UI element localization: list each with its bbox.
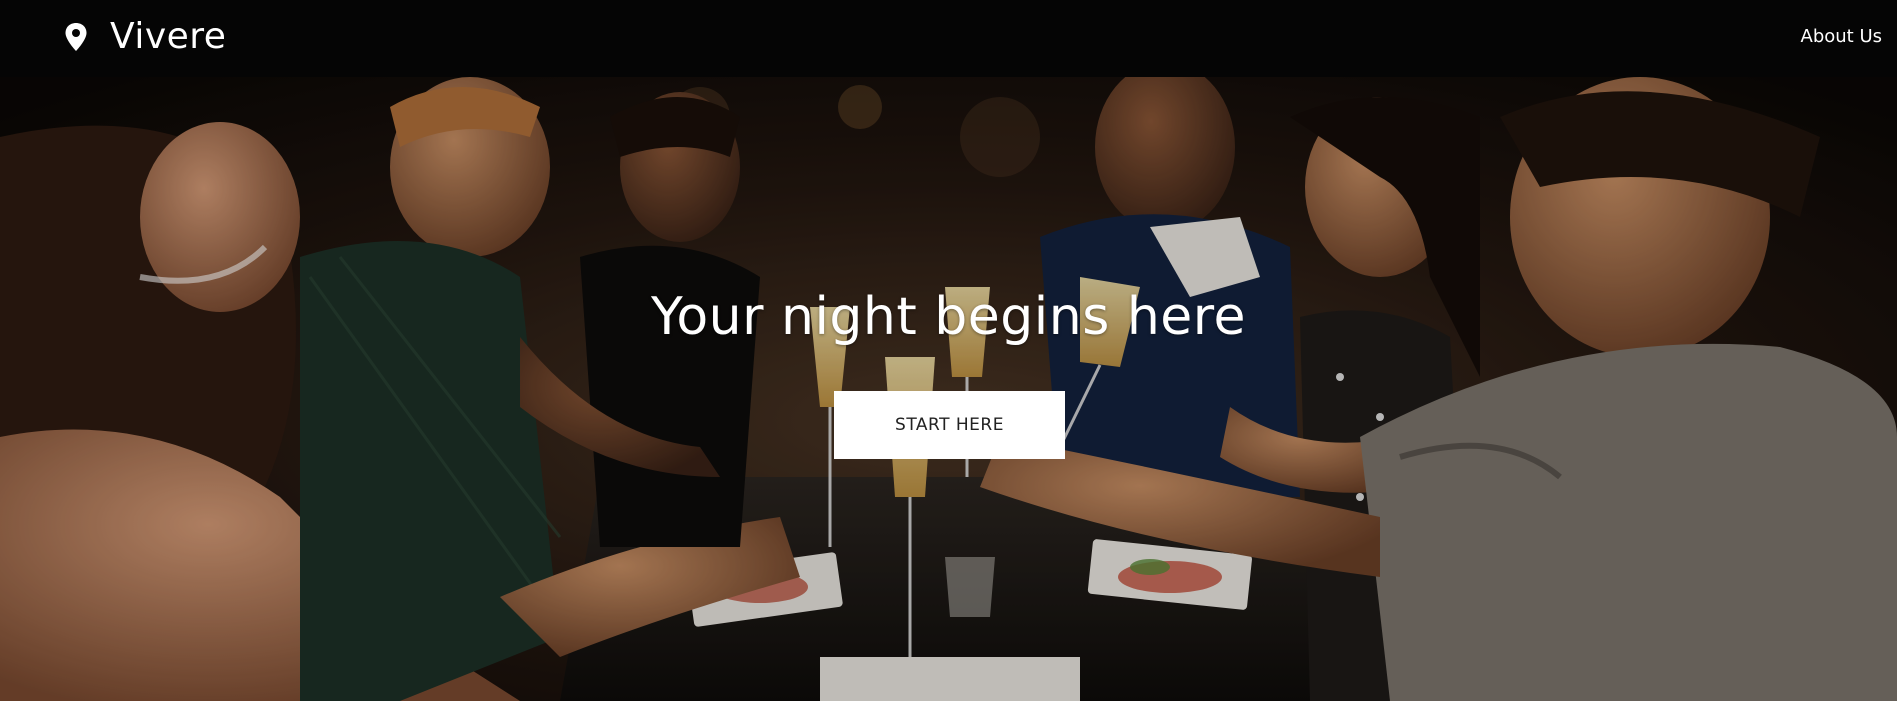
hero-background-image bbox=[0, 77, 1897, 701]
brand-logo[interactable]: Vivere bbox=[64, 16, 226, 57]
about-us-link[interactable]: About Us bbox=[1801, 26, 1883, 47]
hero-title: Your night begins here bbox=[650, 287, 1247, 347]
brand-name: Vivere bbox=[110, 16, 227, 57]
map-pin-icon bbox=[65, 22, 87, 51]
hero-section: Your night begins here START HERE bbox=[0, 77, 1897, 701]
start-here-button[interactable]: START HERE bbox=[834, 391, 1065, 459]
top-navbar: Vivere About Us bbox=[0, 0, 1897, 77]
